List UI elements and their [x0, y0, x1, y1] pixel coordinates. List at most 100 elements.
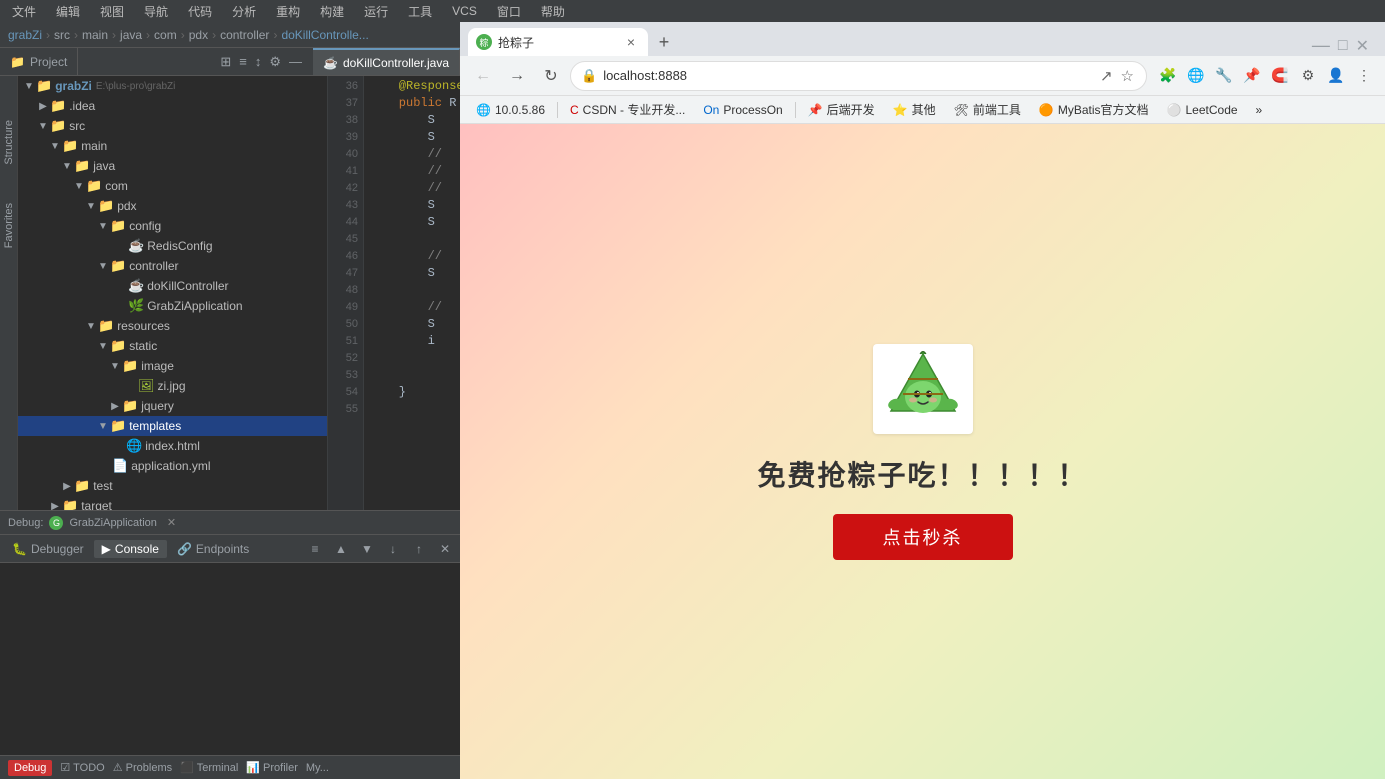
path-segment-4[interactable]: com	[154, 28, 177, 42]
statusbar-my[interactable]: My...	[306, 762, 329, 774]
ext-btn-8[interactable]: ⋮	[1351, 63, 1377, 89]
tab-active-file[interactable]: ☕ doKillController.java	[313, 48, 460, 75]
ext-btn-7[interactable]: 👤	[1323, 63, 1349, 89]
path-segment-0[interactable]: grabZi	[8, 28, 42, 42]
tab-close-btn[interactable]: ×	[622, 33, 640, 51]
menu-code[interactable]: 代码	[184, 1, 216, 22]
tree-item-grabzi[interactable]: ▼ 📁 grabZi E:\plus-pro\grabZi	[18, 76, 327, 96]
ext-btn-6[interactable]: ⚙	[1295, 63, 1321, 89]
tree-item-main[interactable]: ▼ 📁 main	[18, 136, 327, 156]
back-btn[interactable]: ←	[468, 61, 498, 91]
tab-endpoints[interactable]: 🔗 Endpoints	[169, 540, 257, 558]
path-segment-2[interactable]: main	[82, 28, 108, 42]
profiler-label: Profiler	[263, 762, 298, 774]
tree-item-templates[interactable]: ▼ 📁 templates	[18, 416, 327, 436]
menu-refactor[interactable]: 重构	[272, 1, 304, 22]
tree-action-btn-5[interactable]: —	[286, 53, 305, 70]
bookmark-other[interactable]: ⭐ 其他	[885, 99, 944, 120]
menu-view[interactable]: 视图	[96, 1, 128, 22]
path-segment-7[interactable]: doKillControlle...	[281, 28, 368, 42]
path-segment-6[interactable]: controller	[220, 28, 269, 42]
bookmark-frontend-tools[interactable]: 🛠 前端工具	[946, 99, 1029, 120]
address-text[interactable]: localhost:8888	[603, 68, 1092, 83]
tree-item-index-html[interactable]: 🌐 index.html	[18, 436, 327, 456]
minimize-icon[interactable]: —	[1312, 35, 1330, 56]
menu-run[interactable]: 运行	[360, 1, 392, 22]
bookmark-icon[interactable]: ☆	[1119, 65, 1136, 87]
tree-item-resources[interactable]: ▼ 📁 resources	[18, 316, 327, 336]
menu-tools[interactable]: 工具	[404, 1, 436, 22]
tree-item-target[interactable]: ▶ 📁 target	[18, 496, 327, 510]
tree-action-btn-3[interactable]: ↕	[252, 53, 265, 70]
menu-edit[interactable]: 编辑	[52, 1, 84, 22]
statusbar-profiler[interactable]: 📊 Profiler	[246, 761, 298, 774]
ext-btn-3[interactable]: 🔧	[1211, 63, 1237, 89]
browser-tab-active[interactable]: 粽 抢粽子 ×	[468, 28, 648, 56]
bookmark-backend[interactable]: 📌 后端开发	[800, 99, 883, 120]
console-toolbar-btn-6[interactable]: ✕	[434, 538, 456, 560]
new-tab-btn[interactable]: +	[650, 28, 678, 56]
ext-btn-5[interactable]: 🧲	[1267, 63, 1293, 89]
tree-item-config[interactable]: ▼ 📁 config	[18, 216, 327, 236]
menu-analyze[interactable]: 分析	[228, 1, 260, 22]
bookmark-ip[interactable]: 🌐 10.0.5.86	[468, 101, 553, 119]
maximize-icon[interactable]: □	[1338, 37, 1348, 55]
console-toolbar-btn-2[interactable]: ▲	[330, 538, 352, 560]
menu-build[interactable]: 构建	[316, 1, 348, 22]
bookmark-csdn[interactable]: C CSDN - 专业开发...	[562, 99, 693, 120]
tree-action-btn-1[interactable]: ⊞	[217, 53, 234, 71]
share-icon[interactable]: ↗	[1098, 65, 1115, 87]
path-segment-5[interactable]: pdx	[189, 28, 208, 42]
editor-code[interactable]: @ResponseBody public R S S // // // S	[364, 76, 460, 510]
tree-item-com[interactable]: ▼ 📁 com	[18, 176, 327, 196]
console-toolbar-btn-5[interactable]: ↑	[408, 538, 430, 560]
menu-navigate[interactable]: 导航	[140, 1, 172, 22]
forward-btn[interactable]: →	[502, 61, 532, 91]
tree-item-java[interactable]: ▼ 📁 java	[18, 156, 327, 176]
ext-btn-2[interactable]: 🌐	[1183, 63, 1209, 89]
path-segment-3[interactable]: java	[120, 28, 142, 42]
tree-item-zi-jpg[interactable]: 🖼 zi.jpg	[18, 376, 327, 396]
tree-item-application-yml[interactable]: 📄 application.yml	[18, 456, 327, 476]
tree-item-image[interactable]: ▼ 📁 image	[18, 356, 327, 376]
ext-btn-4[interactable]: 📌	[1239, 63, 1265, 89]
menu-window[interactable]: 窗口	[493, 1, 525, 22]
console-toolbar-btn-1[interactable]: ≡	[304, 538, 326, 560]
tab-console[interactable]: ▶ Console	[94, 540, 167, 558]
console-toolbar-btn-3[interactable]: ▼	[356, 538, 378, 560]
bookmark-leetcode[interactable]: ⚪ LeetCode	[1159, 101, 1246, 119]
menu-vcs[interactable]: VCS	[448, 2, 481, 20]
tree-item-dokillcontroller[interactable]: ☕ doKillController	[18, 276, 327, 296]
tree-item-pdx[interactable]: ▼ 📁 pdx	[18, 196, 327, 216]
tree-item-static[interactable]: ▼ 📁 static	[18, 336, 327, 356]
kill-button[interactable]: 点击秒杀	[833, 514, 1013, 560]
vertical-tab-structure[interactable]: Structure	[1, 116, 17, 169]
tree-item-jquery[interactable]: ▶ 📁 jquery	[18, 396, 327, 416]
tree-item-controller[interactable]: ▼ 📁 controller	[18, 256, 327, 276]
bookmark-mybatis[interactable]: 🟠 MyBatis官方文档	[1031, 99, 1157, 120]
vertical-tab-favorites[interactable]: Favorites	[1, 199, 17, 252]
tree-item-src[interactable]: ▼ 📁 src	[18, 116, 327, 136]
statusbar-todo[interactable]: ☑ TODO	[60, 761, 104, 774]
menu-help[interactable]: 帮助	[537, 1, 569, 22]
close-window-icon[interactable]: ✕	[1356, 36, 1369, 56]
path-segment-1[interactable]: src	[54, 28, 70, 42]
statusbar-terminal[interactable]: ⬛ Terminal	[180, 761, 238, 774]
bookmark-processon[interactable]: On ProcessOn	[695, 101, 790, 119]
ext-btn-1[interactable]: 🧩	[1155, 63, 1181, 89]
bookmark-more[interactable]: »	[1248, 101, 1271, 119]
tree-item-test[interactable]: ▶ 📁 test	[18, 476, 327, 496]
tree-action-btn-4[interactable]: ⚙	[266, 53, 284, 71]
tree-item-grabziapplication[interactable]: 🌿 GrabZiApplication	[18, 296, 327, 316]
tree-action-btn-2[interactable]: ≡	[236, 53, 250, 70]
console-toolbar-btn-4[interactable]: ↓	[382, 538, 404, 560]
tree-item-redisconfig[interactable]: ☕ RedisConfig	[18, 236, 327, 256]
statusbar-problems[interactable]: ⚠ Problems	[113, 761, 172, 774]
tree-item-idea[interactable]: ▶ 📁 .idea	[18, 96, 327, 116]
tab-project[interactable]: 📁 Project	[0, 48, 78, 75]
close-icon[interactable]: ✕	[167, 516, 176, 529]
menu-file[interactable]: 文件	[8, 1, 40, 22]
tab-debugger[interactable]: 🐛 Debugger	[4, 540, 92, 558]
status-debug-btn[interactable]: Debug	[8, 760, 52, 776]
reload-btn[interactable]: ↻	[536, 61, 566, 91]
